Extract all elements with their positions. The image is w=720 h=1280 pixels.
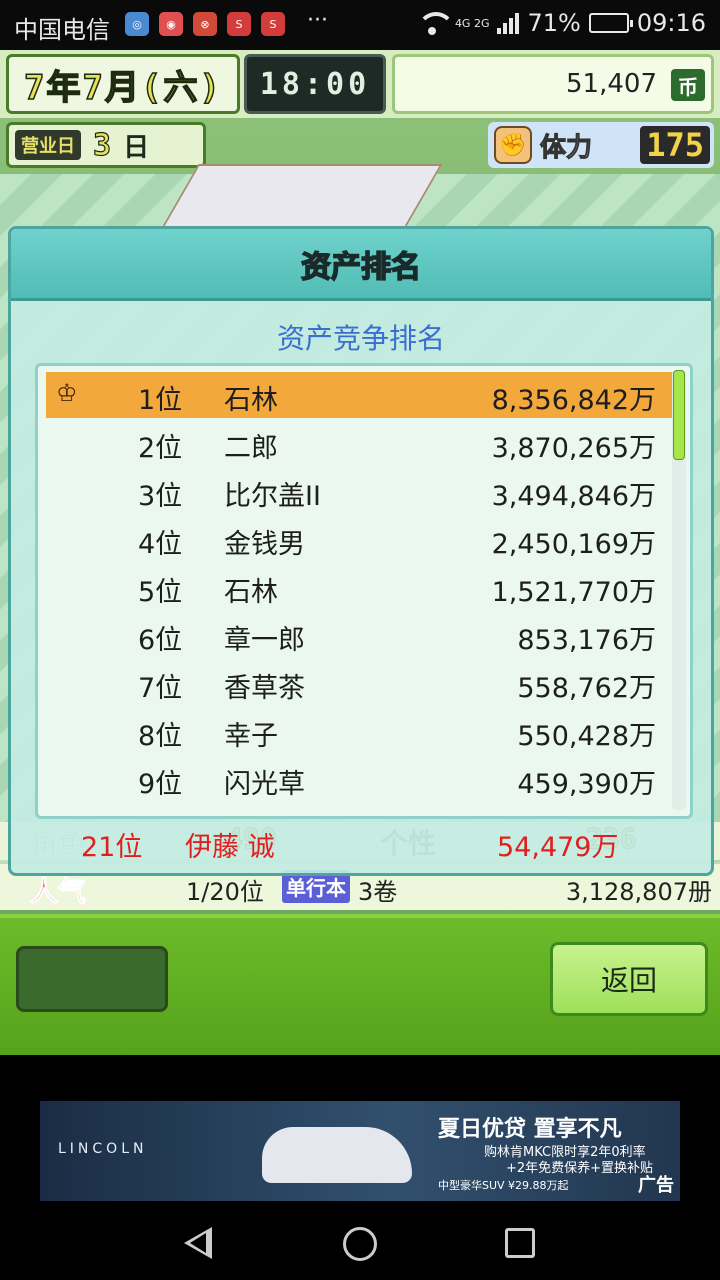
row-value: 853,176万 [517,625,656,656]
player-name: 伊藤 诚 [185,832,275,863]
ranking-row[interactable]: 6位 章一郎 853,176万 [46,612,676,658]
stamina-display: ✊ 体力 175 [488,122,714,168]
ad-line-2: +2年免费保养+置换补贴 [506,1161,654,1176]
muscle-icon: ✊ [494,126,532,164]
row-rank: 3位 [138,481,183,512]
row-name: 石林 [224,577,278,608]
scrollbar-thumb[interactable] [673,370,685,460]
row-rank: 4位 [138,529,183,560]
crown-icon: ♔ [56,379,78,407]
row-value: 3,494,846万 [491,481,656,512]
row-rank: 8位 [138,721,183,752]
bottom-control-panel: 返回 [0,914,720,1055]
ranking-row[interactable]: 4位 金钱男 2,450,169万 [46,516,676,562]
ranking-row[interactable]: 8位 幸子 550,428万 [46,708,676,754]
battery-icon [588,13,633,33]
car-image [262,1127,412,1183]
blank-button[interactable] [16,946,168,1012]
business-day: 营业日 3 日 [6,122,206,168]
back-button[interactable]: 返回 [550,942,708,1016]
volume-count: 3卷 [358,878,398,906]
dialog-header: 资产排名 [11,229,711,301]
player-ranking-row: 21位 伊藤 诚 54,479万 [11,825,711,865]
sina-icon: S [261,12,285,36]
ad-headline: 夏日优贷 置享不凡 [438,1117,622,1142]
row-rank: 1位 [138,385,183,416]
row-value: 1,521,770万 [491,577,656,608]
ranking-row[interactable]: 2位 二郎 3,870,265万 [46,420,676,466]
row-rank: 7位 [138,673,183,704]
row-value: 550,428万 [517,721,656,752]
list-scrollbar[interactable] [672,370,686,810]
nav-recents-icon[interactable] [505,1228,535,1258]
ad-brand: LINCOLN [58,1141,148,1157]
status-bar: 中国电信 ◎ ◉ ⊗ S S ··· 4G 2G 71% 09:16 [0,0,720,50]
ranking-row[interactable]: 9位 闪光草 459,390万 [46,756,676,802]
money-display: 51,407 币 [392,54,714,114]
row-value: 558,762万 [517,673,656,704]
ranking-row[interactable]: 5位 石林 1,521,770万 [46,564,676,610]
more-notifications-icon: ··· [307,8,328,33]
stamina-label: 体力 [539,132,593,163]
network-type: 4G 2G [454,16,490,30]
ranking-list[interactable]: ♔ 1位 石林 8,356,842万 2位 二郎 3,870,265万 3位 比… [35,363,693,819]
hud-top-bar: 7年7月(六) 18:00 51,407 币 [0,50,720,118]
row-rank: 9位 [138,769,183,800]
row-value: 459,390万 [517,769,656,800]
row-name: 闪光草 [224,769,305,800]
row-name: 幸子 [224,721,278,752]
ad-tag: 广告 [638,1175,674,1196]
carrier-name: 中国电信 [14,16,110,44]
row-value: 2,450,169万 [491,529,656,560]
ranking-row[interactable]: 3位 比尔盖II 3,494,846万 [46,468,676,514]
row-value: 8,356,842万 [491,385,656,416]
popularity-rank: 1/20位 [186,878,264,906]
game-date: 7年7月(六) [6,54,240,114]
weibo-icon: ◉ [159,12,183,36]
status-right: 4G 2G 71% 09:16 [416,9,706,37]
stamina-value: 175 [640,126,710,164]
sina-icon: S [227,12,251,36]
ad-area: LINCOLN 夏日优贷 置享不凡 购林肯MKC限时享2年0利率 +2年免费保养… [0,1055,720,1205]
player-rank: 21位 [81,832,143,863]
row-name: 章一郎 [224,625,305,656]
signal-icon [497,12,520,34]
business-day-value: 3 [92,127,112,163]
popularity-label: 人气 [29,875,87,909]
money-value: 51,407 [566,69,657,99]
ranking-row[interactable]: ♔ 1位 石林 8,356,842万 [46,372,676,418]
copies-sold: 3,128,807册 [565,878,712,906]
asset-ranking-dialog: 资产排名 资产竞争排名 ♔ 1位 石林 8,356,842万 2位 二郎 3,8… [8,226,714,876]
row-rank: 6位 [138,625,183,656]
coin-icon: 币 [671,69,705,101]
wifi-icon [416,12,455,35]
dialog-subtitle: 资产竞争排名 [276,322,445,355]
game-screen: 7年7月(六) 18:00 51,407 币 营业日 3 日 ✊ 体力 175 … [0,50,720,1055]
business-day-unit: 日 [123,132,150,163]
moments-icon: ◎ [125,12,149,36]
nav-back-icon[interactable] [184,1227,212,1259]
row-name: 比尔盖II [224,481,321,512]
navigation-bar [0,1205,720,1280]
ranking-row[interactable]: 7位 香草茶 558,762万 [46,660,676,706]
row-name: 香草茶 [224,673,305,704]
row-rank: 2位 [138,433,183,464]
row-name: 二郎 [224,433,278,464]
row-value: 3,870,265万 [491,433,656,464]
ad-price: 中型豪华SUV ¥29.88万起 [438,1179,569,1192]
dialog-title: 资产排名 [300,249,422,286]
nav-home-icon[interactable] [343,1227,377,1261]
app-icon: ⊗ [193,12,217,36]
business-day-label: 营业日 [15,130,81,160]
player-value: 54,479万 [497,832,619,863]
ad-banner[interactable]: LINCOLN 夏日优贷 置享不凡 购林肯MKC限时享2年0利率 +2年免费保养… [40,1101,680,1201]
row-name: 石林 [224,385,278,416]
battery-percent: 71% [527,9,581,37]
row-rank: 5位 [138,577,183,608]
row-name: 金钱男 [224,529,305,560]
notification-icons: ◎ ◉ ⊗ S S [125,12,285,36]
game-time: 18:00 [244,54,386,114]
clock: 09:16 [636,9,706,37]
